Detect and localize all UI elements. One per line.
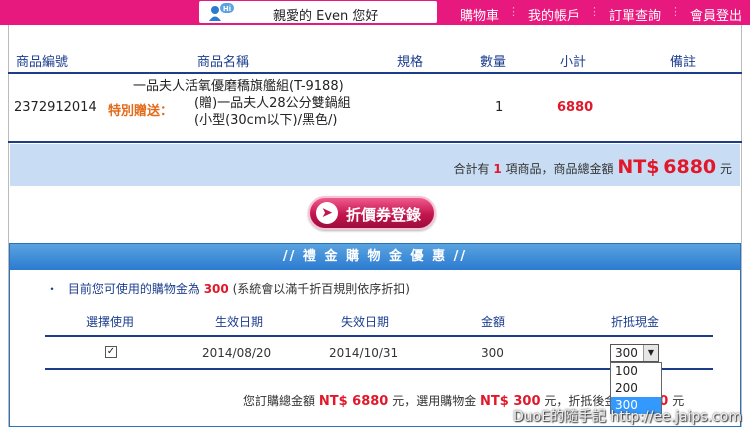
col-header-start: 生效日期 [215,315,264,329]
order-summary-text: 合計有 1 項商品，商品總金額 NT$ 6880 元 [453,156,732,178]
col-header-discount: 折抵現金 [611,315,660,329]
nav-separator: ⋮ [507,5,519,18]
final-t1: 您訂購總金額 [243,394,316,408]
available-prefix: 目前您可使用的購物金為 [67,282,200,296]
order-summary-bar: 合計有 1 項商品，商品總金額 NT$ 6880 元 [10,144,740,186]
summary-total: 6880 [663,156,717,178]
final-t2: 元，選用購物金 [392,394,477,408]
nav-logout-link[interactable]: 會員登出 [690,5,742,24]
credit-start-date: 2014/08/20 [202,346,272,360]
table-divider [8,72,742,74]
col-header-name: 商品名稱 [197,55,250,70]
dropdown-option[interactable]: 200 [611,380,661,397]
arrow-icon: ➤ [316,202,338,224]
available-amount: 300 [203,282,229,296]
col-header-qty: 數量 [480,55,507,70]
col-header-amount: 金額 [481,315,506,329]
item-subtotal: 6880 [557,100,594,115]
col-header-select: 選擇使用 [86,315,135,329]
coupon-button-label: 折價券登錄 [346,206,422,224]
summary-currency: NT$ [617,156,660,178]
top-nav: 購物車 ⋮ 我的帳戶 ⋮ 訂單查詢 ⋮ 會員登出 [460,5,742,24]
nav-separator: ⋮ [669,5,681,18]
col-header-subtotal: 小計 [560,55,587,70]
nav-separator: ⋮ [588,5,600,18]
summary-suffix: 元 [719,162,732,176]
col-header-note: 備註 [670,55,697,70]
final-order-total: NT$ 6880 [318,394,389,409]
discount-selected-value: 300 [615,346,638,360]
bullet-icon: ・ [46,282,59,296]
summary-prefix: 合計有 [453,162,490,176]
watermark: DuoE的隨手記 http://ee.jaips.com [513,409,742,425]
nav-cart-link[interactable]: 購物車 [460,5,499,24]
summary-count: 1 [493,162,502,176]
available-credit-text: ・ 目前您可使用的購物金為 300 (系統會以滿千折百規則依序折扣) [46,280,410,297]
greeting-box: Hi 親愛的 Even 您好 [199,1,437,24]
gift-label: 特別贈送： [108,104,174,119]
nav-orders-link[interactable]: 訂單查詢 [609,5,661,24]
available-note: (系統會以滿千折百規則依序折扣) [232,282,410,296]
table-divider [8,141,742,143]
item-sku: 2372912014 [14,100,97,115]
greeting-text: 親愛的 Even 您好 [273,9,379,24]
coupon-register-button[interactable]: ➤ 折價券登錄 [308,196,436,230]
nav-account-link[interactable]: 我的帳戶 [528,5,580,24]
col-header-spec: 規格 [397,55,424,70]
col-header-sku: 商品編號 [16,55,69,70]
credit-table-divider [45,335,713,337]
top-bar: Hi 親愛的 Even 您好 購物車 ⋮ 我的帳戶 ⋮ 訂單查詢 ⋮ 會員登出 [0,0,750,25]
summary-middle: 項商品，商品總金額 [505,162,614,176]
credit-end-date: 2014/10/31 [329,346,399,360]
discount-select[interactable]: 300 ▼ [610,344,659,362]
hi-user-icon: Hi [209,3,234,21]
right-frame-line [741,25,742,427]
use-credit-checkbox[interactable]: ✓ [105,346,117,358]
col-header-end: 失效日期 [341,315,390,329]
svg-text:Hi: Hi [223,5,231,13]
dropdown-option[interactable]: 100 [611,363,661,380]
item-name-line3: (小型(30cm以下)/黑色/) [194,113,338,128]
credit-amount: 300 [481,346,504,360]
panel-title: // 禮 金 購 物 金 優 惠 // [10,244,740,270]
item-qty: 1 [495,100,504,115]
chevron-down-icon[interactable]: ▼ [643,345,658,361]
